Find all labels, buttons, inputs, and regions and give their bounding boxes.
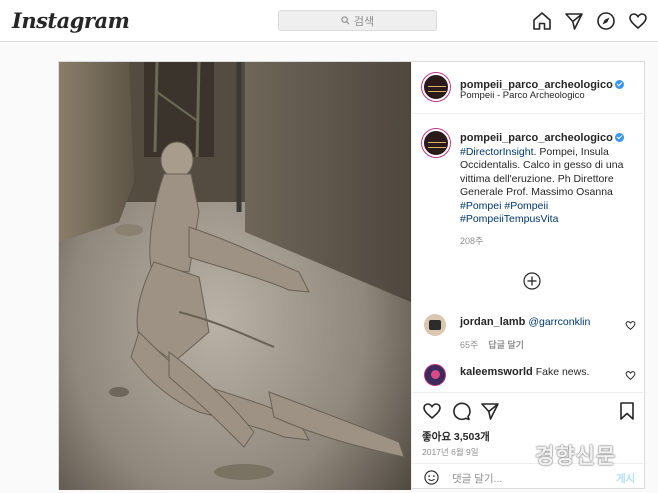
hashtag-link[interactable]: #Pompei	[460, 200, 501, 212]
post-location[interactable]: Pompeii - Parco Archeologico	[460, 90, 585, 101]
hashtag-link[interactable]: #DirectorInsight	[460, 146, 534, 158]
activity-heart-icon[interactable]	[628, 11, 648, 31]
comment-input[interactable]: 댓글 달기...	[452, 471, 502, 486]
comment: kaleemsworld Fake news.	[460, 366, 589, 378]
comment: jordan_lamb @garrconklin	[460, 316, 590, 328]
post-comment-button[interactable]: 게시	[616, 471, 635, 486]
comment-like-heart-icon[interactable]	[625, 370, 636, 381]
explore-icon[interactable]	[596, 11, 616, 31]
post-header: pompeii_parco_archeologico Pompeii - Par…	[412, 62, 647, 114]
instagram-logo[interactable]: Instagram	[12, 8, 130, 33]
comment-mention[interactable]: @garrconklin	[528, 316, 590, 328]
comment-bubble-icon[interactable]	[451, 401, 471, 421]
comment-meta: 65주 답글 달기	[460, 338, 524, 351]
bookmark-icon[interactable]	[617, 401, 637, 421]
post-sidebar: pompeii_parco_archeologico Pompeii - Par…	[411, 62, 647, 490]
emoji-icon[interactable]	[424, 470, 439, 485]
caption-age[interactable]: 208주	[460, 235, 640, 249]
newspaper-watermark: 경향신문	[535, 444, 617, 468]
search-placeholder: 검색	[353, 15, 375, 28]
like-heart-icon[interactable]	[422, 401, 442, 421]
direct-icon[interactable]	[564, 11, 584, 31]
hashtag-link[interactable]: #Pompeii	[504, 200, 548, 212]
caption-avatar[interactable]	[422, 129, 450, 157]
comment-username[interactable]: jordan_lamb	[460, 316, 525, 328]
post-caption: pompeii_parco_archeologico #DirectorInsi…	[460, 132, 640, 248]
likes-count[interactable]: 좋아요 3,503개	[422, 429, 490, 444]
comment-age[interactable]: 65주	[460, 340, 478, 350]
author-avatar[interactable]	[422, 73, 450, 101]
comment-avatar[interactable]	[424, 364, 446, 386]
home-icon[interactable]	[532, 11, 552, 31]
verified-badge-icon	[614, 80, 624, 89]
comment-like-heart-icon[interactable]	[625, 320, 636, 331]
post-card: pompeii_parco_archeologico Pompeii - Par…	[58, 61, 647, 490]
load-more-comments-icon[interactable]	[523, 272, 541, 290]
comment-text: Fake news.	[535, 366, 590, 378]
verified-badge-icon	[614, 133, 624, 142]
hashtag-link[interactable]: #PompeiiTempusVita	[460, 213, 558, 225]
search-icon	[341, 16, 350, 25]
comment-username[interactable]: kaleemsworld	[460, 366, 533, 378]
caption-username[interactable]: pompeii_parco_archeologico	[460, 132, 613, 144]
search-box[interactable]: 검색	[278, 10, 437, 31]
comment-avatar[interactable]	[424, 314, 446, 336]
share-direct-icon[interactable]	[480, 401, 500, 421]
post-photo[interactable]	[59, 62, 411, 490]
post-date[interactable]: 2017년 6월 9일	[422, 446, 479, 458]
top-nav-bar: Instagram 검색	[0, 0, 658, 42]
reply-button[interactable]: 답글 달기	[488, 340, 524, 350]
